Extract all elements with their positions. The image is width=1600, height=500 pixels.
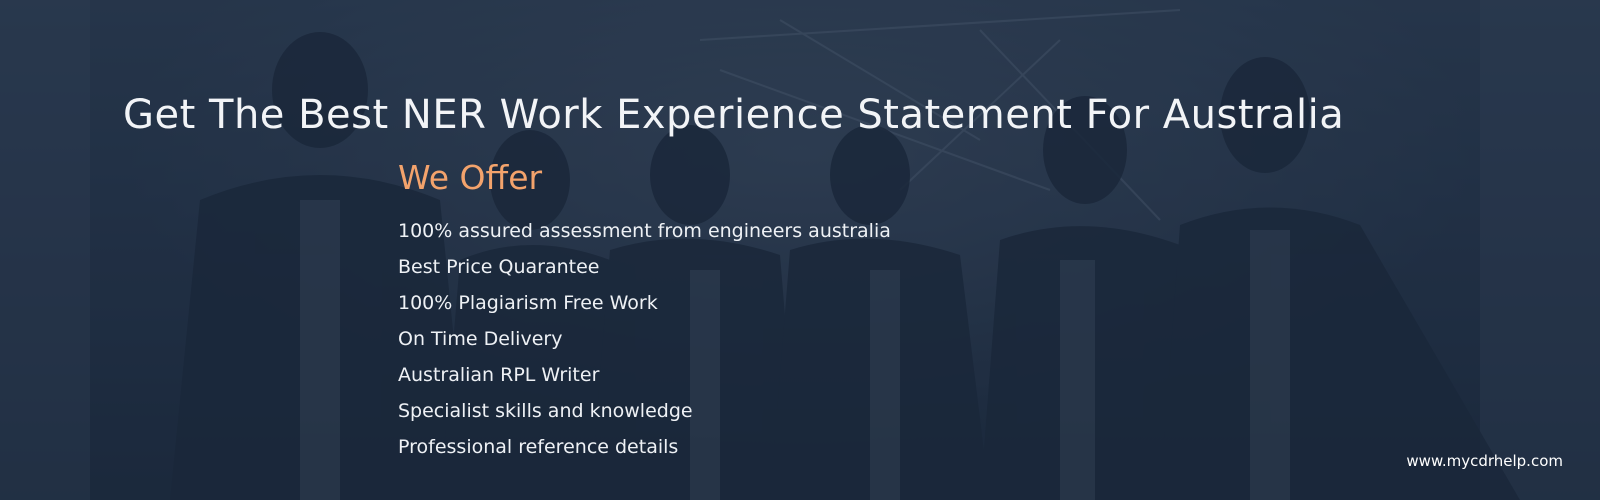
offer-item-specialist-skills: Specialist skills and knowledge (398, 400, 693, 422)
offer-item-assessment: 100% assured assessment from engineers a… (398, 220, 891, 242)
offer-list: 100% assured assessment from engineers a… (398, 213, 891, 465)
offer-item-best-price: Best Price Quarantee (398, 256, 600, 278)
offer-item-plagiarism-free: 100% Plagiarism Free Work (398, 292, 658, 314)
we-offer-heading: We Offer (398, 158, 543, 197)
offer-item-on-time-delivery: On Time Delivery (398, 328, 563, 350)
banner-headline: Get The Best NER Work Experience Stateme… (123, 92, 1345, 138)
hero-banner: Get The Best NER Work Experience Stateme… (0, 0, 1600, 500)
offer-item-rpl-writer: Australian RPL Writer (398, 364, 600, 386)
offer-item-reference-details: Professional reference details (398, 436, 679, 458)
website-url: www.mycdrhelp.com (1406, 452, 1563, 470)
